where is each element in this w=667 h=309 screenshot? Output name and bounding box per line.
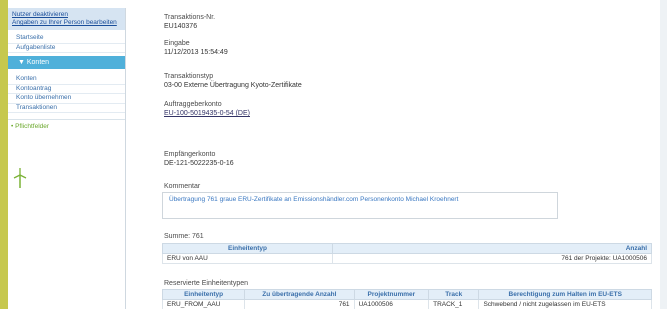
deactivate-user-link[interactable]: Nutzer deaktivieren — [12, 11, 121, 19]
reserved-col-amount: Zu übertragende Anzahl — [244, 289, 355, 300]
sidebar-item-transaktionen[interactable]: Transaktionen — [8, 104, 125, 113]
receipt-label: Eingabe — [164, 40, 190, 47]
field-sum: Summe: 761 — [164, 233, 204, 241]
reserved-cell-project: UA1000506 — [353, 299, 430, 309]
transaction-type-label: Transaktionstyp — [164, 73, 214, 80]
destination-account-label: Empfängerkonto — [164, 151, 216, 158]
reserved-col-eligibility: Berechtigung zum Halten im EU-ETS — [478, 289, 652, 300]
sidebar-item-kontoantrag[interactable]: Kontoantrag — [8, 85, 125, 94]
scroll-edge — [660, 0, 667, 309]
summary-table: Einheitentyp Anzahl ERU von AAU 761 der … — [162, 243, 652, 264]
field-transaction-number: Transaktions-Nr. EU140376 — [164, 14, 215, 31]
summary-col-amount: Anzahl — [332, 243, 652, 254]
edit-profile-link[interactable]: Angaben zu Ihrer Person bearbeiten — [12, 19, 121, 27]
comment-text: Übertragung 761 graue ERU-Zertifikate an… — [162, 192, 558, 219]
summary-col-type: Einheitentyp — [162, 243, 333, 254]
reserved-cell-amount: 761 — [244, 299, 355, 309]
reserved-table: Einheitentyp Zu übertragende Anzahl Proj… — [161, 289, 652, 309]
sidebar-item-konten[interactable]: Konten — [8, 75, 125, 85]
reserved-cell-type: ERU_FROM_AAU — [161, 299, 246, 309]
source-account-link[interactable]: EU-100-5019435-0-54 (DE) — [164, 109, 250, 118]
reserved-title: Reservierte Einheitentypen — [164, 280, 249, 287]
accent-bar — [0, 0, 8, 309]
nav-group-main: Startseite Aufgabenliste — [8, 30, 125, 53]
comment-label: Kommentar — [164, 183, 201, 190]
reserved-col-type: Einheitentyp — [161, 289, 246, 300]
user-links: Nutzer deaktivieren Angaben zu Ihrer Per… — [8, 8, 125, 30]
reserved-cell-eligibility: Schwebend / nicht zugelassen im EU-ETS — [478, 299, 652, 309]
sidebar-item-startseite[interactable]: Startseite — [8, 34, 125, 44]
summary-cell-type: ERU von AAU — [162, 253, 333, 264]
reserved-col-track: Track — [428, 289, 480, 300]
field-comment-label: Kommentar — [164, 183, 200, 191]
field-receipt: Eingabe 11/12/2013 15:54:49 — [164, 40, 228, 57]
transaction-number-label: Transaktions-Nr. — [164, 14, 216, 21]
sidebar-item-konto-uebernehmen[interactable]: Konto übernehmen — [8, 94, 125, 104]
sum-label: Summe: 761 — [164, 233, 204, 240]
summary-cell-amount: 761 der Projekte: UA1000506 — [332, 253, 652, 264]
field-reserved-title: Reservierte Einheitentypen — [164, 280, 248, 288]
sidebar: Nutzer deaktivieren Angaben zu Ihrer Per… — [8, 8, 126, 309]
receipt-value: 11/12/2013 15:54:49 — [164, 49, 228, 56]
transaction-detail: Transaktions-Nr. EU140376 Eingabe 11/12/… — [134, 0, 667, 309]
wind-turbine-icon — [13, 168, 27, 188]
transaction-type-value: 03-00 Externe Übertragung Kyoto-Zertifik… — [164, 82, 302, 89]
destination-account-value: DE-121-5022235-0-16 — [164, 160, 234, 167]
table-row: ERU von AAU 761 der Projekte: UA1000506 — [162, 253, 652, 264]
source-account-label: Auftraggeberkonto — [164, 101, 222, 108]
reserved-col-project: Projektnummer — [353, 289, 430, 300]
field-destination-account: Empfängerkonto DE-121-5022235-0-16 — [164, 151, 234, 168]
transaction-number-value: EU140376 — [164, 23, 198, 30]
sidebar-section-konten[interactable]: ▼ Konten — [8, 56, 125, 69]
field-transaction-type: Transaktionstyp 03-00 Externe Übertragun… — [164, 73, 302, 90]
nav-group-konten: Konten Kontoantrag Konto übernehmen Tran… — [8, 69, 125, 113]
required-fields-note: • Pflichtfelder — [8, 119, 125, 130]
table-row: ERU_FROM_AAU 761 UA1000506 TRACK_1 Schwe… — [161, 299, 652, 309]
field-source-account: Auftraggeberkonto EU-100-5019435-0-54 (D… — [164, 101, 250, 118]
reserved-cell-track: TRACK_1 — [428, 299, 480, 309]
sidebar-item-aufgabenliste[interactable]: Aufgabenliste — [8, 44, 125, 53]
